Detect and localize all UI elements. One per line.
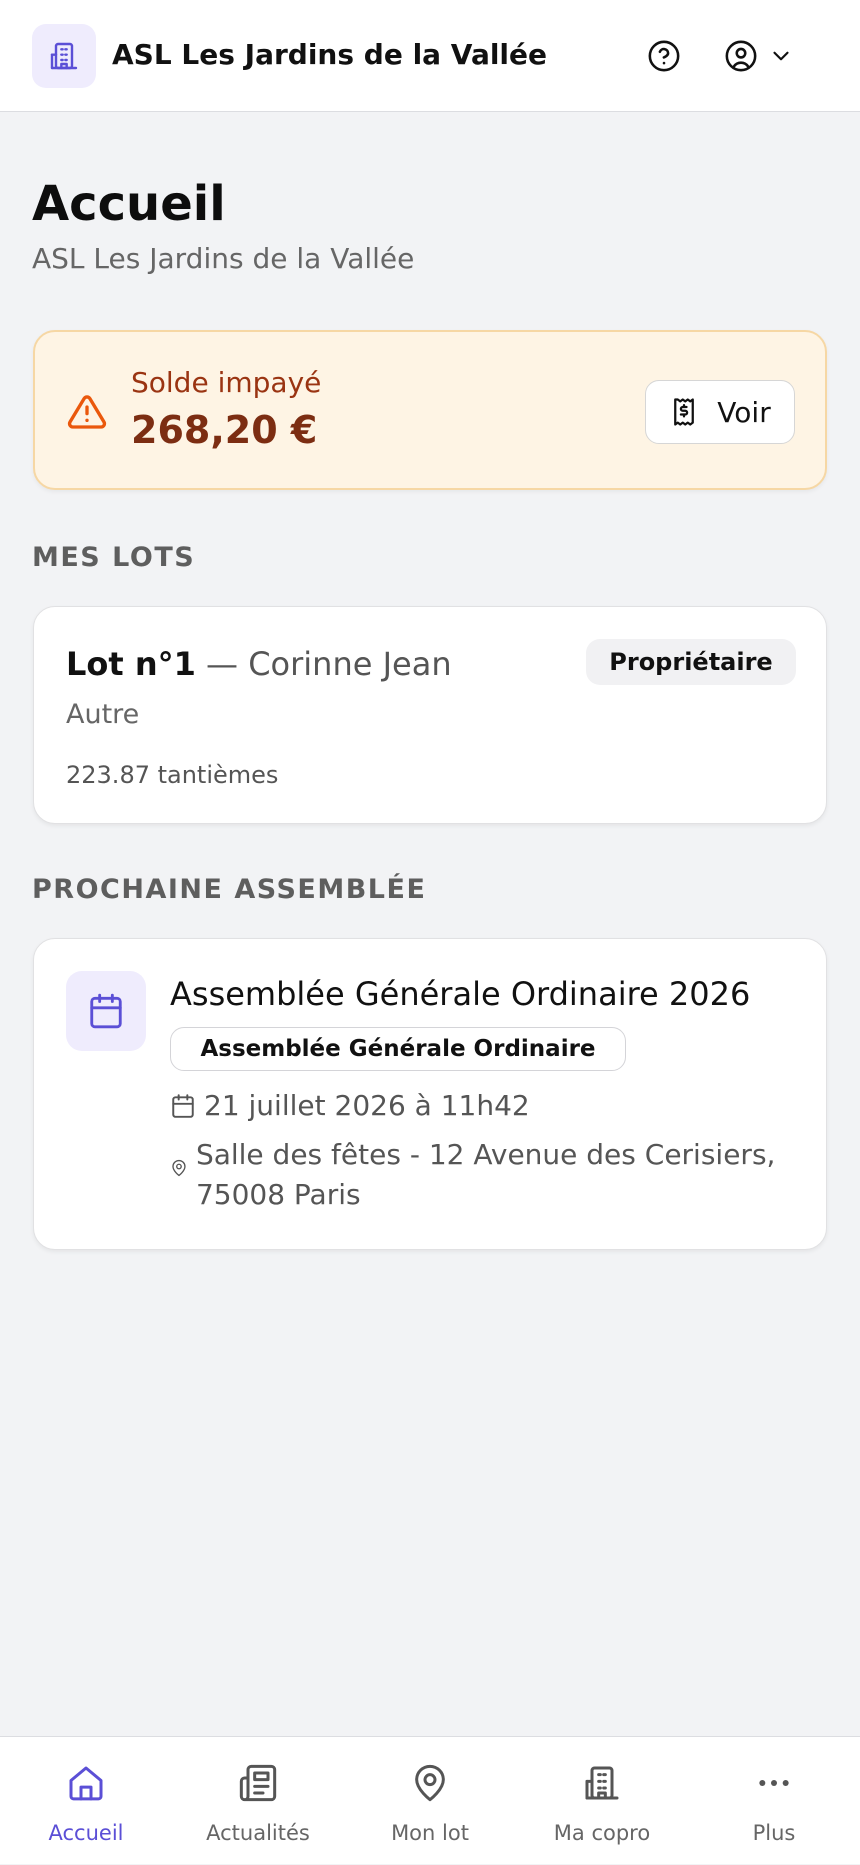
- calendar-small-icon: [172, 1093, 194, 1118]
- page-subtitle: ASL Les Jardins de la Vallée: [32, 242, 415, 275]
- assembly-title: Assemblée Générale Ordinaire 2026: [170, 975, 751, 1013]
- lot-tantiemes: 223.87 tantièmes: [66, 761, 279, 789]
- role-badge: Propriétaire: [586, 639, 796, 685]
- map-pin-icon: [410, 1761, 450, 1805]
- assembly-card[interactable]: Assemblée Générale Ordinaire 2026 Assemb…: [33, 938, 827, 1250]
- receipt-icon: [674, 398, 695, 426]
- nav-label-mon-lot: Mon lot: [391, 1821, 469, 1845]
- bottom-navigation: Accueil Actualités Mon lot Ma copro Plus: [0, 1736, 860, 1864]
- lots-section-heading: MES LOTS: [32, 542, 196, 573]
- home-icon: [66, 1761, 106, 1805]
- assembly-date-row: 21 juillet 2026 à 11h42: [170, 1089, 530, 1122]
- nav-item-ma-copro[interactable]: Ma copro: [516, 1737, 688, 1865]
- nav-label-accueil: Accueil: [48, 1821, 124, 1845]
- help-circle-icon: [648, 40, 680, 72]
- nav-label-plus: Plus: [752, 1821, 796, 1845]
- unpaid-balance-label: Solde impayé: [131, 366, 322, 399]
- assembly-location-row: Salle des fêtes - 12 Avenue des Cerisier…: [170, 1135, 810, 1215]
- more-horizontal-icon: [754, 1761, 794, 1805]
- assembly-icon-box: [66, 971, 146, 1051]
- calendar-icon: [90, 993, 122, 1029]
- warning-triangle-icon: [67, 392, 107, 436]
- user-menu-button[interactable]: [724, 36, 804, 76]
- assembly-date: 21 juillet 2026 à 11h42: [204, 1089, 530, 1122]
- unpaid-balance-amount: 268,20 €: [131, 408, 318, 452]
- lot-owner: — Corinne Jean: [195, 645, 452, 683]
- assembly-location: Salle des fêtes - 12 Avenue des Cerisier…: [195, 1138, 776, 1211]
- nav-item-actualites[interactable]: Actualités: [172, 1737, 344, 1865]
- lot-title: Lot n°1 — Corinne Jean: [66, 645, 452, 683]
- lot-type: Autre: [66, 699, 140, 730]
- map-pin-small-icon: [172, 1159, 186, 1177]
- view-balance-label: Voir: [717, 395, 771, 429]
- lot-number: Lot n°1: [66, 645, 196, 683]
- top-bar: ASL Les Jardins de la Vallée: [0, 0, 860, 112]
- nav-label-actualites: Actualités: [206, 1821, 310, 1845]
- newspaper-icon: [238, 1761, 278, 1805]
- assembly-section-heading: PROCHAINE ASSEMBLÉE: [32, 874, 427, 905]
- nav-item-mon-lot[interactable]: Mon lot: [344, 1737, 516, 1865]
- view-balance-button[interactable]: Voir: [645, 380, 795, 444]
- unpaid-balance-alert: Solde impayé 268,20 € Voir: [33, 330, 827, 490]
- assembly-type-badge: Assemblée Générale Ordinaire: [170, 1027, 626, 1071]
- building-icon: [50, 42, 78, 70]
- building-icon: [582, 1761, 622, 1805]
- app-title: ASL Les Jardins de la Vallée: [112, 38, 548, 71]
- nav-item-accueil[interactable]: Accueil: [0, 1737, 172, 1865]
- nav-item-plus[interactable]: Plus: [688, 1737, 860, 1865]
- lot-card[interactable]: Lot n°1 — Corinne Jean Propriétaire Autr…: [33, 606, 827, 824]
- user-circle-icon: [725, 40, 757, 72]
- chevron-down-icon: [773, 51, 789, 61]
- page-title: Accueil: [32, 176, 226, 232]
- nav-label-ma-copro: Ma copro: [553, 1821, 651, 1845]
- logo[interactable]: [32, 24, 96, 88]
- help-button[interactable]: [644, 36, 684, 76]
